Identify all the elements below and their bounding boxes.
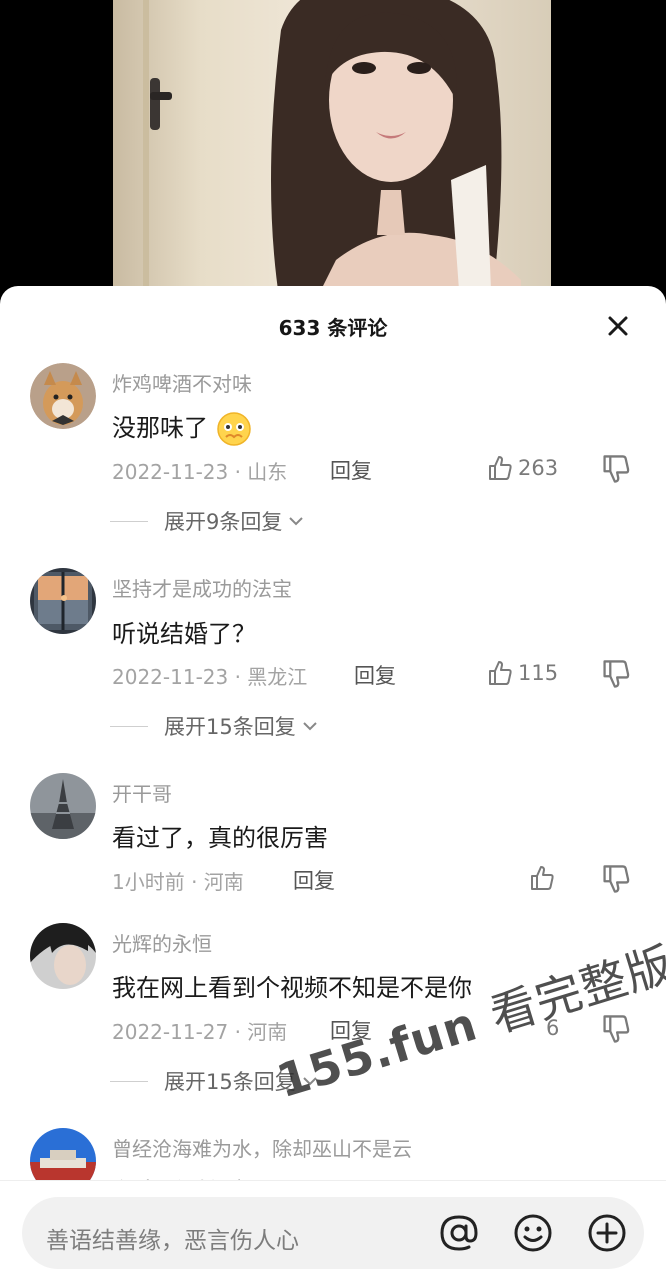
- avatar[interactable]: [30, 773, 96, 839]
- sheet-header: 633 条评论: [0, 286, 666, 362]
- reply-button[interactable]: 回复: [354, 660, 396, 690]
- comment-text-row: 没那味了: [112, 408, 252, 447]
- thumbs-up-icon: [489, 661, 512, 685]
- comment-date-location: 1小时前 · 河南: [112, 870, 244, 894]
- comment-text: 我在网上看到个视频不知是不是你: [112, 974, 472, 1002]
- thumbs-up-icon: [489, 456, 512, 480]
- comment-text: 看过了，真的很厉害: [112, 824, 328, 852]
- avatar[interactable]: [30, 923, 96, 989]
- video-player[interactable]: [0, 0, 666, 300]
- door-handle: [150, 78, 172, 130]
- thumbs-down-icon[interactable]: [600, 863, 632, 895]
- comment-input-placeholder[interactable]: 善语结善缘，恶言伤人心: [46, 1221, 299, 1255]
- like-button[interactable]: [528, 863, 556, 893]
- comment-username[interactable]: 开干哥: [112, 778, 172, 807]
- thumbs-down-icon[interactable]: [600, 453, 632, 485]
- chevron-down-icon: [289, 517, 304, 526]
- comment-date-location: 2022-11-23 · 黑龙江: [112, 665, 308, 689]
- emoji-shy-icon: [216, 412, 251, 446]
- thumbs-down-icon[interactable]: [600, 658, 632, 690]
- comment-username[interactable]: 坚持才是成功的法宝: [112, 573, 292, 602]
- like-count: 263: [518, 456, 559, 480]
- comments-count-title: 633 条评论: [278, 316, 388, 340]
- person-figure: [271, 0, 521, 300]
- like-button[interactable]: 115: [486, 658, 558, 688]
- comment-date-location: 2022-11-23 · 山东: [112, 460, 288, 484]
- comment-text: 听说结婚了？: [112, 620, 256, 648]
- comment-username[interactable]: 光辉的永恒: [112, 928, 212, 957]
- video-frame: [113, 0, 551, 300]
- thumbs-down-icon[interactable]: [600, 1013, 632, 1045]
- expand-replies-button[interactable]: 展开15条回复: [110, 711, 320, 741]
- like-button[interactable]: 263: [486, 453, 558, 483]
- chevron-down-icon: [303, 722, 317, 731]
- like-count: 115: [518, 661, 559, 685]
- expand-replies-label: 展开15条回复: [164, 715, 296, 739]
- comment-username[interactable]: 曾经沧海难为水，除却巫山不是云: [112, 1133, 412, 1162]
- avatar[interactable]: [30, 568, 96, 634]
- at-icon[interactable]: [438, 1212, 480, 1254]
- door-edge: [143, 0, 149, 300]
- expand-replies-button[interactable]: 展开9条回复: [110, 506, 306, 536]
- comments-sheet: 633 条评论: [0, 286, 666, 1280]
- plus-icon[interactable]: [586, 1212, 628, 1254]
- close-icon[interactable]: [600, 308, 636, 344]
- reply-button[interactable]: 回复: [330, 455, 372, 485]
- avatar[interactable]: [30, 363, 96, 429]
- expand-replies-label: 展开9条回复: [164, 510, 283, 534]
- comment-username[interactable]: 炸鸡啤酒不对味: [112, 368, 252, 397]
- thumbs-up-icon: [531, 866, 554, 890]
- comment-date-location: 2022-11-27 · 河南: [112, 1020, 288, 1044]
- reply-button[interactable]: 回复: [293, 865, 335, 895]
- comment-text: 没那味了: [112, 414, 208, 442]
- emoji-icon[interactable]: [512, 1212, 554, 1254]
